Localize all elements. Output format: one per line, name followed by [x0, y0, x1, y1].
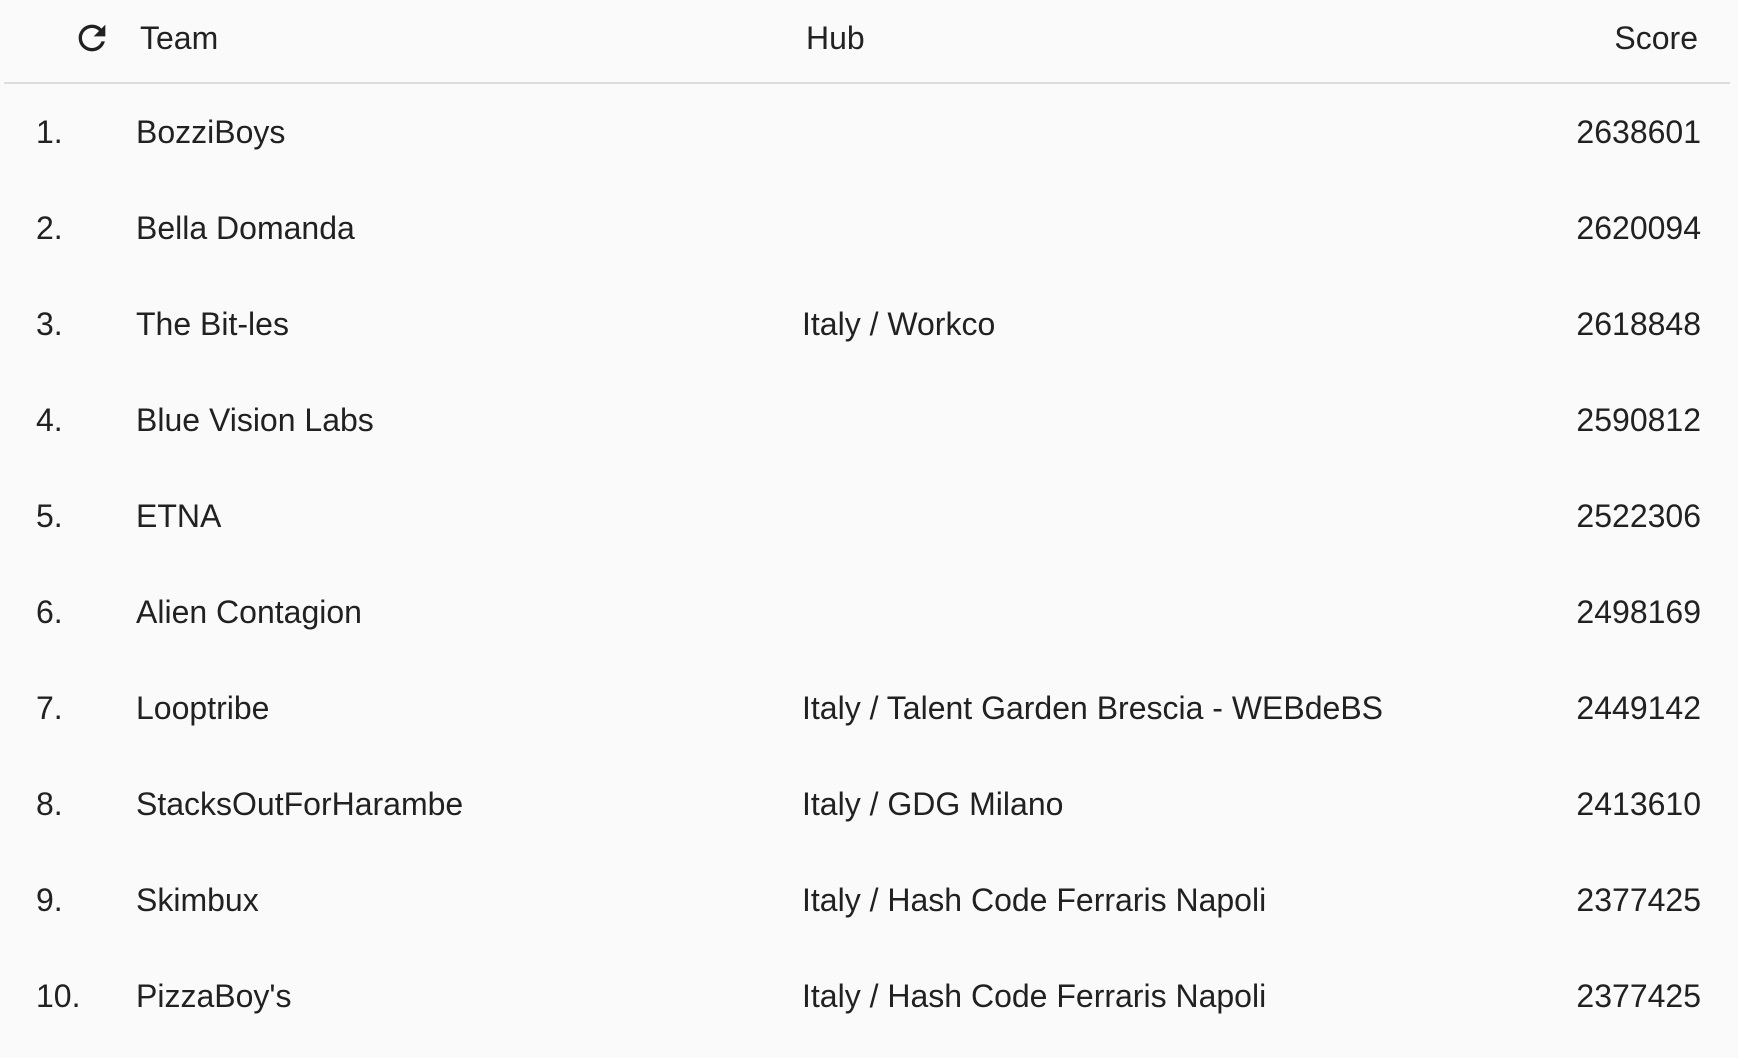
score-cell: 2449142 [1576, 690, 1701, 726]
table-row: 4. Blue Vision Labs 2590812 [0, 372, 1738, 468]
rank-cell: 2. [36, 210, 63, 246]
refresh-button[interactable] [68, 14, 116, 62]
score-cell: 2618848 [1576, 306, 1701, 342]
score-cell: 2377425 [1576, 882, 1701, 918]
hub-cell: Italy / GDG Milano [802, 786, 1064, 822]
team-cell: The Bit-les [136, 306, 289, 342]
team-cell: BozziBoys [136, 114, 286, 150]
team-cell: PizzaBoy's [136, 978, 292, 1014]
team-cell: StacksOutForHarambe [136, 786, 464, 822]
score-cell: 2590812 [1576, 402, 1701, 438]
table-row: 8. StacksOutForHarambe Italy / GDG Milan… [0, 756, 1738, 852]
score-cell: 2638601 [1576, 114, 1701, 150]
table-row: 2. Bella Domanda 2620094 [0, 180, 1738, 276]
table-row: 6. Alien Contagion 2498169 [0, 564, 1738, 660]
score-cell: 2498169 [1576, 594, 1701, 630]
table-row: 7. Looptribe Italy / Talent Garden Bresc… [0, 660, 1738, 756]
score-cell: 2522306 [1576, 498, 1701, 534]
rank-cell: 8. [36, 786, 63, 822]
rank-cell: 7. [36, 690, 63, 726]
table-row: 10. PizzaBoy's Italy / Hash Code Ferrari… [0, 948, 1738, 1044]
score-cell: 2413610 [1576, 786, 1701, 822]
hub-cell: Italy / Hash Code Ferraris Napoli [802, 882, 1267, 918]
rank-cell: 1. [36, 114, 63, 150]
column-header-score: Score [1614, 20, 1698, 56]
team-cell: Bella Domanda [136, 210, 355, 246]
column-header-hub: Hub [806, 20, 865, 56]
team-cell: Skimbux [136, 882, 259, 918]
column-header-team: Team [140, 20, 219, 56]
table-row: 9. Skimbux Italy / Hash Code Ferraris Na… [0, 852, 1738, 948]
table-row: 5. ETNA 2522306 [0, 468, 1738, 564]
score-cell: 2377425 [1576, 978, 1701, 1014]
leaderboard-table: Team Hub Score 1. BozziBoys 2638601 2. B… [0, 0, 1738, 1058]
hub-cell: Italy / Talent Garden Brescia - WEBdeBS [802, 690, 1383, 726]
rank-cell: 10. [36, 978, 81, 1014]
hub-cell: Italy / Workco [802, 306, 996, 342]
rank-cell: 4. [36, 402, 63, 438]
team-cell: Looptribe [136, 690, 270, 726]
rank-cell: 3. [36, 306, 63, 342]
rank-cell: 6. [36, 594, 63, 630]
refresh-icon [78, 24, 106, 52]
table-header: Team Hub Score [4, 0, 1730, 84]
table-row: 3. The Bit-les Italy / Workco 2618848 [0, 276, 1738, 372]
team-cell: Alien Contagion [136, 594, 362, 630]
score-cell: 2620094 [1576, 210, 1701, 246]
table-body: 1. BozziBoys 2638601 2. Bella Domanda 26… [0, 84, 1738, 1044]
team-cell: Blue Vision Labs [136, 402, 374, 438]
team-cell: ETNA [136, 498, 222, 534]
rank-cell: 5. [36, 498, 63, 534]
table-row: 1. BozziBoys 2638601 [0, 84, 1738, 180]
hub-cell: Italy / Hash Code Ferraris Napoli [802, 978, 1267, 1014]
rank-cell: 9. [36, 882, 63, 918]
